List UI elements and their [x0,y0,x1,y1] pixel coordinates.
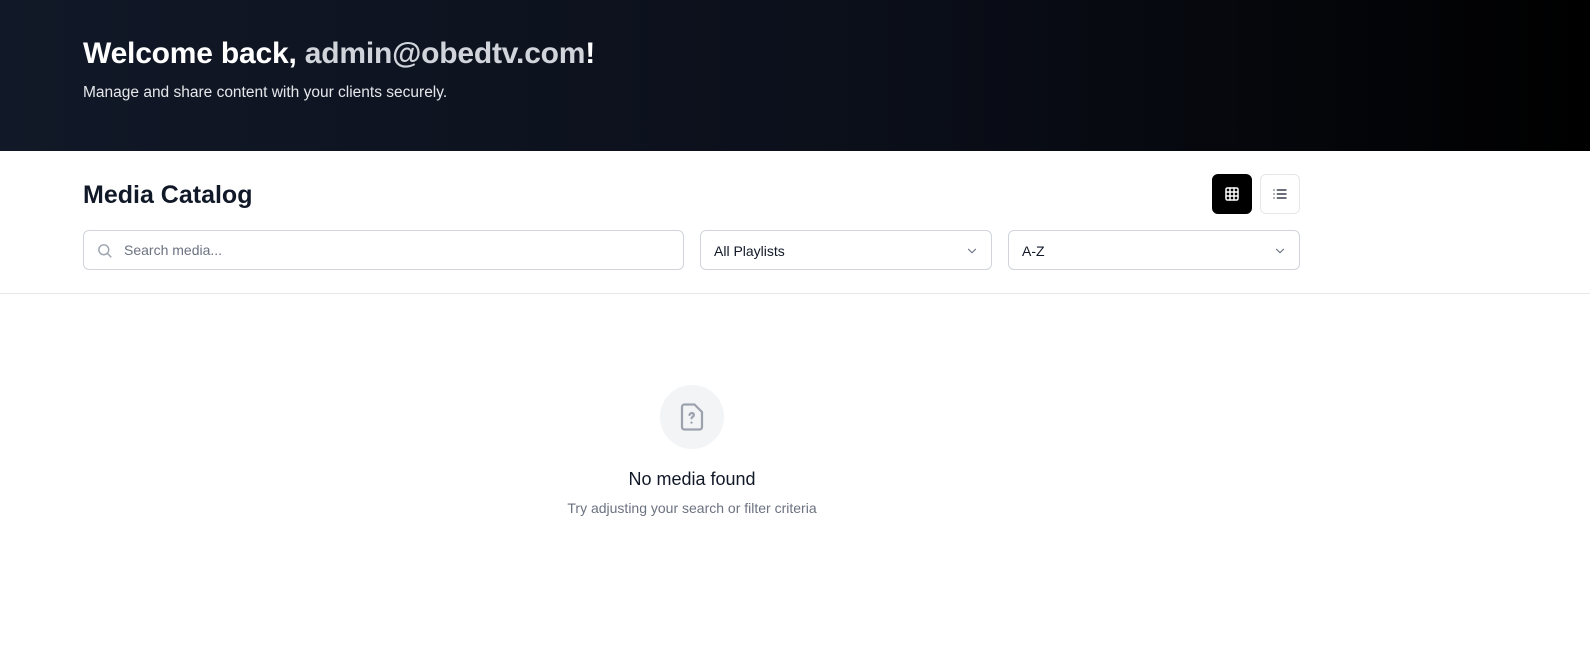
welcome-exclaim: ! [585,37,596,70]
playlist-filter-select[interactable]: All Playlists [700,230,992,270]
empty-state-subtitle: Try adjusting your search or filter crit… [567,500,817,516]
chevron-down-icon [1275,248,1285,254]
grid-view-button[interactable] [1212,174,1252,214]
search-field[interactable] [83,230,684,270]
search-icon [98,244,112,258]
list-icon [1273,189,1287,199]
welcome-greeting: Welcome back, [83,37,305,70]
file-question-icon [680,403,704,431]
grid-icon [1225,187,1239,201]
catalog-toolbar: Media Catalog All Playlists [0,151,1590,294]
chevron-down-icon [967,248,977,254]
user-email: admin@obedtv.com [304,37,586,70]
sort-select[interactable]: A-Z [1008,230,1300,270]
list-view-button[interactable] [1260,174,1300,214]
welcome-subtitle: Manage and share content with your clien… [83,84,448,101]
welcome-title: Welcome back, admin@obedtv.com! [83,37,595,71]
playlist-filter-value: All Playlists [714,243,785,259]
empty-state-title: No media found [628,469,756,489]
welcome-banner: Welcome back, admin@obedtv.com! Manage a… [0,0,1590,151]
empty-state-icon-container [660,385,724,449]
search-input[interactable] [124,231,674,269]
sort-value: A-Z [1022,243,1045,259]
page-title: Media Catalog [83,181,253,209]
